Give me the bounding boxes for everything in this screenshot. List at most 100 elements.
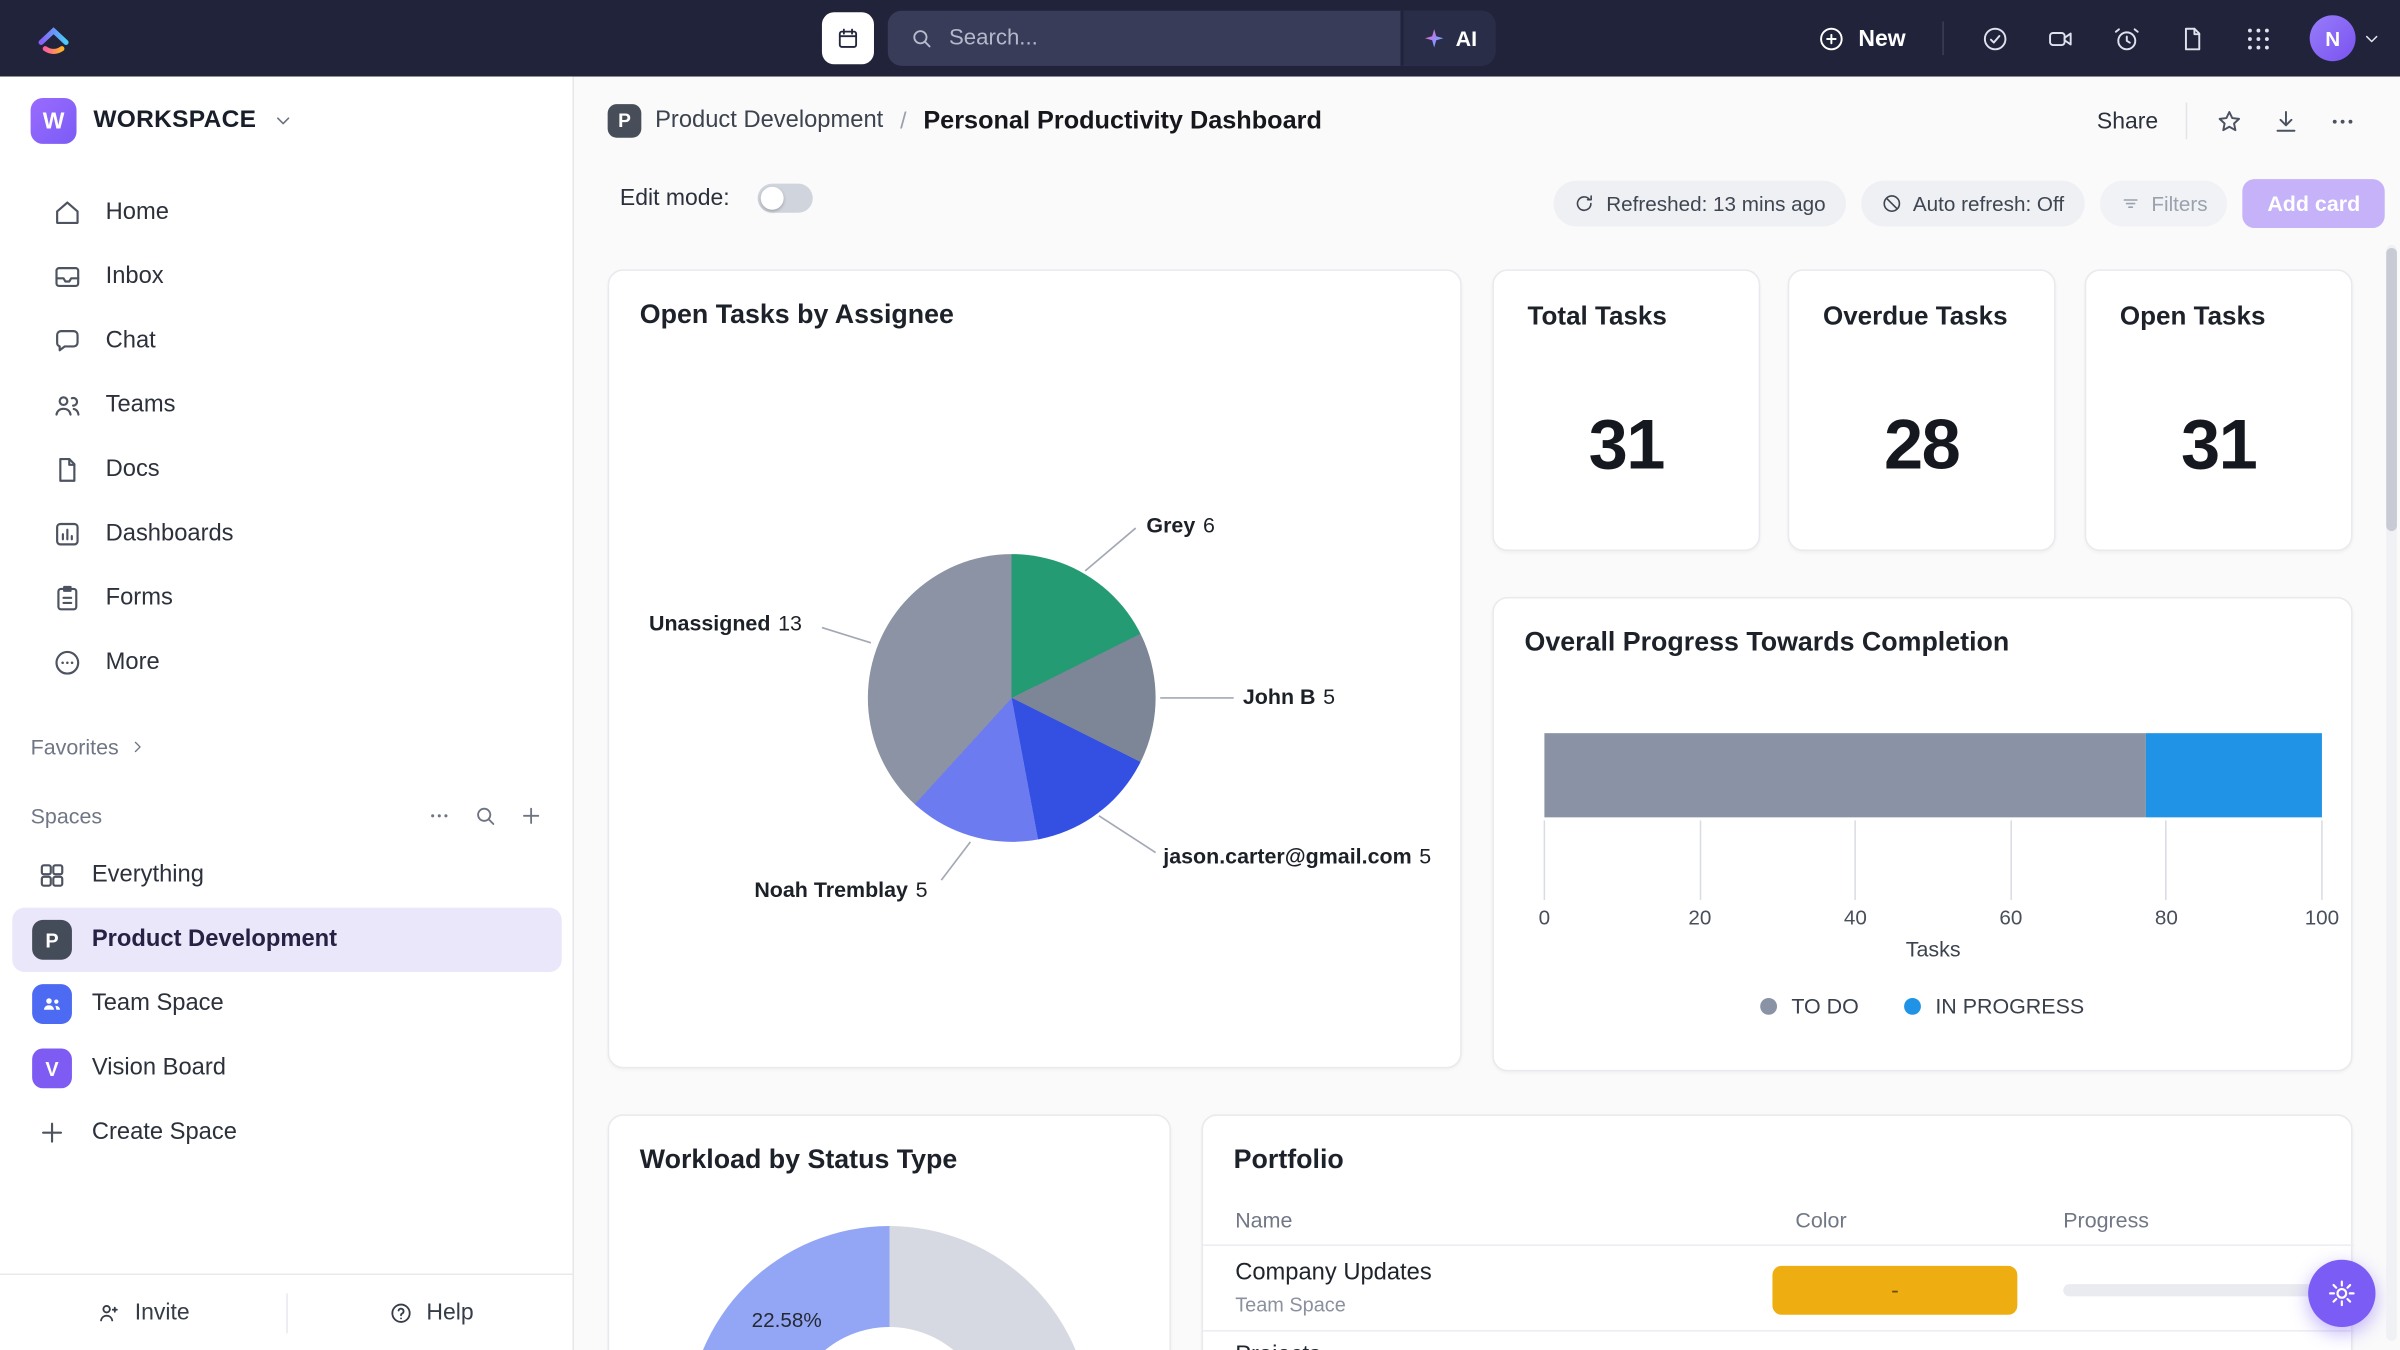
portfolio-progress-bar [2063, 1284, 2331, 1296]
sidebar-item-chat[interactable]: Chat [0, 309, 574, 373]
download-icon [2271, 106, 2300, 135]
user-avatar[interactable]: N [2310, 15, 2356, 61]
spaces-more-button[interactable] [427, 804, 451, 828]
help-button[interactable]: Help [288, 1299, 574, 1325]
x-axis: Tasks 020406080100 [1544, 817, 2322, 970]
card-overall-progress: Overall Progress Towards Completion Task… [1492, 597, 2352, 1071]
more-options-button[interactable] [2328, 106, 2357, 135]
ai-label: AI [1456, 26, 1477, 50]
portfolio-color-chip[interactable]: - [1772, 1266, 2017, 1315]
dashboards-icon [52, 519, 83, 550]
auto-refresh-button[interactable]: Auto refresh: Off [1861, 181, 2084, 227]
document-icon [2178, 24, 2207, 53]
favorites-section[interactable]: Favorites [31, 735, 147, 759]
favorites-label: Favorites [31, 735, 119, 759]
card-title: Workload by Status Type [640, 1143, 958, 1175]
sidebar-item-dashboards[interactable]: Dashboards [0, 502, 574, 566]
sidebar-item-create-space[interactable]: Create Space [12, 1101, 561, 1165]
x-tick-label: 80 [2155, 906, 2178, 929]
card-workload-by-status: Workload by Status Type 22.58% [608, 1114, 1171, 1350]
help-circle-icon [388, 1300, 412, 1324]
refreshed-button[interactable]: Refreshed: 13 mins ago [1554, 181, 1845, 227]
space-avatar: P [32, 920, 72, 960]
pie-label: John B5 [1243, 684, 1335, 708]
favorite-button[interactable] [2215, 106, 2244, 135]
auto-refresh-label: Auto refresh: Off [1913, 192, 2064, 215]
page-title: Personal Productivity Dashboard [923, 106, 1322, 135]
person-add-icon [97, 1300, 121, 1324]
calendar-button[interactable] [822, 12, 874, 64]
space-label: Team Space [92, 990, 224, 1018]
space-avatar: V [32, 1048, 72, 1088]
portfolio-row-location: Team Space [1235, 1293, 1346, 1316]
card-portfolio: Portfolio Name Color Progress Company Up… [1202, 1114, 2353, 1350]
breadcrumb-space[interactable]: Product Development [655, 107, 883, 135]
sidebar-item-docs[interactable]: Docs [0, 438, 574, 502]
progress-bar-segment [2146, 733, 2322, 817]
filters-label: Filters [2151, 192, 2207, 215]
clickup-logo[interactable] [34, 18, 74, 58]
scrollbar-track[interactable] [2386, 245, 2397, 1341]
spaces-add-button[interactable] [519, 804, 543, 828]
team-space-avatar [32, 984, 72, 1024]
invite-button[interactable]: Invite [0, 1299, 286, 1325]
card-open-tasks-by-assignee: Open Tasks by Assignee Grey6 John B5 jas… [608, 269, 1462, 1068]
sidebar-nav: Home Inbox Chat Teams [0, 181, 574, 695]
portfolio-row-name[interactable]: Company Updates [1235, 1260, 1431, 1288]
sidebar-item-product-development[interactable]: P Product Development [12, 908, 561, 972]
meeting-button[interactable] [2046, 24, 2075, 53]
sidebar-item-team-space[interactable]: Team Space [12, 972, 561, 1036]
star-icon [2215, 106, 2244, 135]
sidebar-item-inbox[interactable]: Inbox [0, 245, 574, 309]
card-total-tasks: Total Tasks 31 [1492, 269, 1760, 551]
notepad-button[interactable] [2178, 24, 2207, 53]
search-input[interactable] [949, 26, 1401, 50]
chat-icon [52, 326, 83, 357]
edit-mode-toggle[interactable] [757, 184, 812, 213]
scrollbar-thumb[interactable] [2386, 248, 2397, 531]
my-tasks-button[interactable] [1981, 24, 2010, 53]
apps-button[interactable] [2244, 24, 2273, 53]
new-button[interactable]: New [1817, 24, 1906, 53]
sidebar-item-forms[interactable]: Forms [0, 566, 574, 630]
sidebar-item-everything[interactable]: Everything [12, 843, 561, 907]
export-button[interactable] [2271, 106, 2300, 135]
share-button[interactable]: Share [2097, 108, 2158, 134]
plus-circle-icon [1817, 24, 1846, 53]
toggle-knob [760, 187, 783, 210]
user-menu[interactable]: N [2310, 15, 2382, 61]
sidebar-item-home[interactable]: Home [0, 181, 574, 245]
help-fab-button[interactable] [2308, 1260, 2375, 1327]
header-actions: Share [2097, 98, 2357, 144]
chevron-down-icon [2362, 28, 2382, 48]
pie-label: Unassigned13 [649, 611, 802, 635]
topbar-divider [1942, 21, 1944, 55]
card-title: Portfolio [1234, 1143, 1344, 1175]
auto-refresh-off-icon [1881, 193, 1902, 214]
x-tick-label: 0 [1539, 906, 1551, 929]
sidebar-item-more[interactable]: More [0, 631, 574, 695]
breadcrumb: P Product Development / Personal Product… [608, 98, 1322, 144]
main-content: P Product Development / Personal Product… [574, 77, 2400, 1350]
ai-sparkle-icon [1422, 26, 1446, 50]
search-bar[interactable]: AI [888, 11, 1496, 66]
time-tracking-button[interactable] [2112, 24, 2141, 53]
ai-button[interactable]: AI [1401, 11, 1496, 66]
pie-callout-lines [609, 271, 1463, 1070]
x-tick [1855, 820, 1857, 900]
add-card-button[interactable]: Add card [2243, 179, 2385, 228]
spaces-search-button[interactable] [473, 804, 497, 828]
filters-button[interactable]: Filters [2099, 181, 2227, 227]
legend-item: IN PROGRESS [1905, 993, 2084, 1017]
sidebar-footer: Invite Help [0, 1273, 574, 1350]
breadcrumb-separator: / [897, 108, 910, 134]
pie-label: Grey6 [1146, 513, 1214, 537]
sidebar-item-label: More [106, 649, 160, 677]
stat-value: 31 [2086, 403, 2351, 486]
sidebar-item-label: Teams [106, 392, 176, 420]
workspace-switcher[interactable]: W WORKSPACE [31, 98, 295, 144]
sidebar-item-teams[interactable]: Teams [0, 373, 574, 437]
sidebar-item-vision-board[interactable]: V Vision Board [12, 1036, 561, 1100]
stat-title: Overdue Tasks [1823, 302, 2008, 333]
portfolio-row-name[interactable]: Projects [1235, 1342, 1321, 1350]
